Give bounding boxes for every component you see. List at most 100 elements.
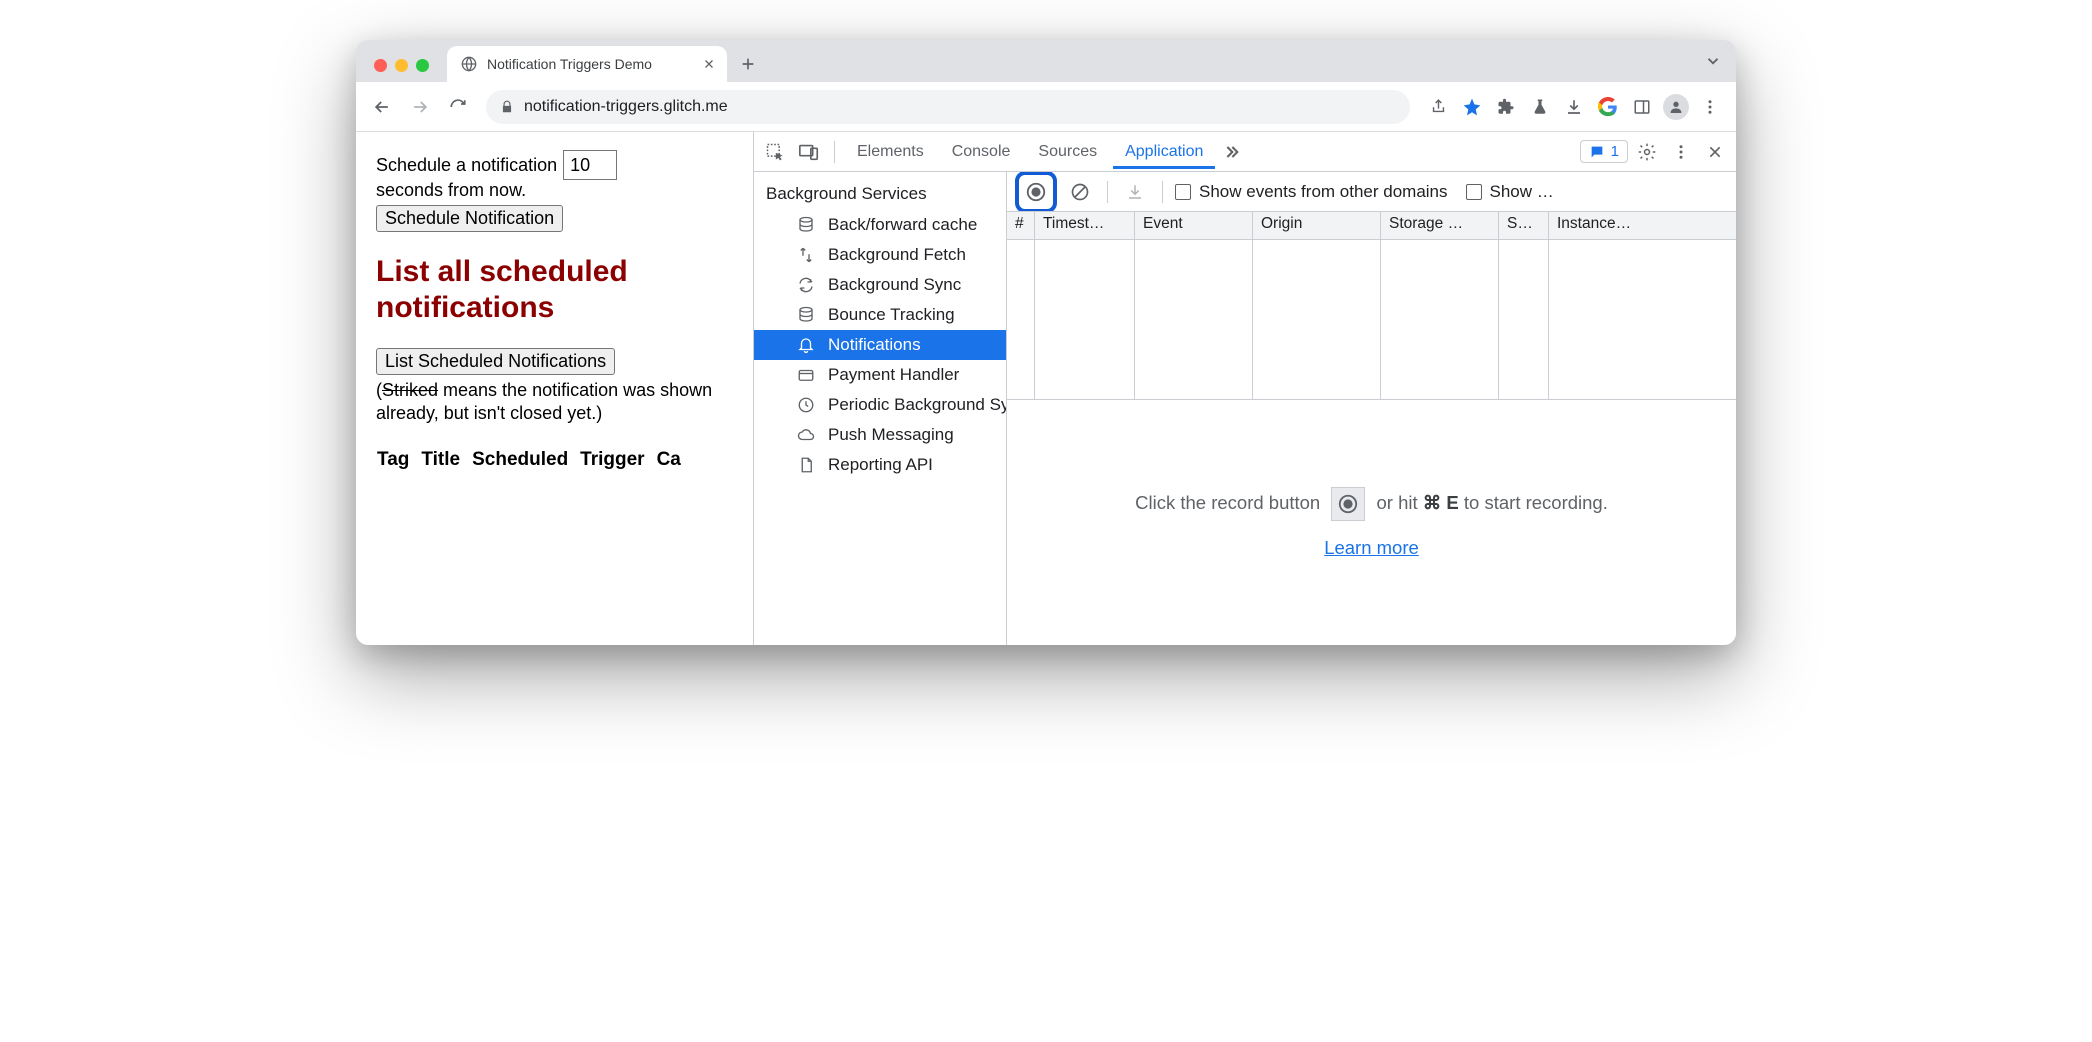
recording-hint: Click the record button or hit ⌘ E to st… xyxy=(1007,400,1736,645)
tab-application[interactable]: Application xyxy=(1113,135,1215,169)
sidebar-item-bg-fetch[interactable]: Background Fetch xyxy=(754,240,1006,270)
devtools-close-icon[interactable] xyxy=(1700,137,1730,167)
th-cancel: Ca xyxy=(656,448,682,472)
shortcut-cmd: ⌘ xyxy=(1423,491,1442,512)
downloads-icon[interactable] xyxy=(1558,91,1590,123)
back-button[interactable] xyxy=(366,91,398,123)
new-tab-button[interactable] xyxy=(733,49,763,79)
minimize-window-button[interactable] xyxy=(395,59,408,72)
sidebar-item-notifications[interactable]: Notifications xyxy=(754,330,1006,360)
record-button-highlight xyxy=(1015,172,1057,212)
col-s[interactable]: S… xyxy=(1499,212,1549,239)
sidebar-item-bfcache[interactable]: Back/forward cache xyxy=(754,210,1006,240)
window-controls xyxy=(368,59,437,82)
schedule-label-pre: Schedule a notification xyxy=(376,155,557,176)
file-icon xyxy=(796,456,816,474)
issues-count: 1 xyxy=(1611,143,1619,160)
reload-button[interactable] xyxy=(442,91,474,123)
tab-sources[interactable]: Sources xyxy=(1026,135,1109,169)
devtools-menu-icon[interactable] xyxy=(1666,137,1696,167)
th-trigger: Trigger xyxy=(579,448,645,472)
th-tag: Tag xyxy=(376,448,410,472)
labs-flask-icon[interactable] xyxy=(1524,91,1556,123)
shortcut-e: E xyxy=(1446,491,1458,512)
tab-strip: Notification Triggers Demo xyxy=(356,40,1736,82)
database-icon xyxy=(796,306,816,324)
sidebar-item-bounce[interactable]: Bounce Tracking xyxy=(754,300,1006,330)
sidebar-item-periodic[interactable]: Periodic Background Sync xyxy=(754,390,1006,420)
col-event[interactable]: Event xyxy=(1135,212,1253,239)
tab-title: Notification Triggers Demo xyxy=(487,56,652,72)
bell-icon xyxy=(796,336,816,354)
close-window-button[interactable] xyxy=(374,59,387,72)
maximize-window-button[interactable] xyxy=(416,59,429,72)
show-more-checkbox[interactable]: Show … xyxy=(1466,182,1554,202)
learn-more-link[interactable]: Learn more xyxy=(1324,537,1419,559)
sidebar-item-bg-sync[interactable]: Background Sync xyxy=(754,270,1006,300)
sync-icon xyxy=(796,276,816,294)
close-tab-icon[interactable] xyxy=(701,56,717,72)
cloud-icon xyxy=(796,426,816,444)
sidebar-item-push[interactable]: Push Messaging xyxy=(754,420,1006,450)
tabs-dropdown-icon[interactable] xyxy=(1704,52,1722,70)
save-button[interactable] xyxy=(1120,177,1150,207)
google-icon[interactable] xyxy=(1592,91,1624,123)
inspect-icon[interactable] xyxy=(760,137,790,167)
devtools-panel: Elements Console Sources Application 1 xyxy=(754,132,1736,645)
col-origin[interactable]: Origin xyxy=(1253,212,1381,239)
tab-console[interactable]: Console xyxy=(940,135,1023,169)
schedule-notification-button[interactable]: Schedule Notification xyxy=(376,205,563,232)
record-hint-icon xyxy=(1331,487,1365,521)
tab-elements[interactable]: Elements xyxy=(845,135,936,169)
events-table-header: # Timest… Event Origin Storage … S… Inst… xyxy=(1007,212,1736,240)
lock-icon xyxy=(500,100,514,114)
side-panel-icon[interactable] xyxy=(1626,91,1658,123)
show-other-domains-checkbox[interactable]: Show events from other domains xyxy=(1175,182,1448,202)
striked-text: Striked xyxy=(382,380,438,400)
seconds-input[interactable] xyxy=(563,150,617,180)
address-bar[interactable]: notification-triggers.glitch.me xyxy=(486,90,1410,124)
more-tabs-icon[interactable] xyxy=(1219,137,1249,167)
events-table-body xyxy=(1007,240,1736,400)
clear-button[interactable] xyxy=(1065,177,1095,207)
devtools-actionbar: Show events from other domains Show … xyxy=(1007,172,1736,212)
sidebar-item-reporting[interactable]: Reporting API xyxy=(754,450,1006,480)
th-scheduled: Scheduled xyxy=(471,448,569,472)
browser-window: Notification Triggers Demo notification-… xyxy=(356,40,1736,645)
browser-toolbar: notification-triggers.glitch.me xyxy=(356,82,1736,132)
issues-button[interactable]: 1 xyxy=(1580,140,1628,163)
record-button[interactable] xyxy=(1021,177,1051,207)
list-notifications-button[interactable]: List Scheduled Notifications xyxy=(376,348,615,375)
th-title: Title xyxy=(420,448,461,472)
browser-tab[interactable]: Notification Triggers Demo xyxy=(447,46,727,82)
browser-menu-icon[interactable] xyxy=(1694,91,1726,123)
note-text: (Striked means the notification was show… xyxy=(376,379,733,426)
col-instance[interactable]: Instance… xyxy=(1549,212,1736,239)
devtools-sidebar: Background Services Back/forward cache B… xyxy=(754,172,1007,645)
settings-gear-icon[interactable] xyxy=(1632,137,1662,167)
globe-icon xyxy=(461,56,477,72)
devtools-main: Show events from other domains Show … # … xyxy=(1007,172,1736,645)
col-storage[interactable]: Storage … xyxy=(1381,212,1499,239)
card-icon xyxy=(796,366,816,384)
toolbar-actions xyxy=(1422,91,1726,123)
extensions-icon[interactable] xyxy=(1490,91,1522,123)
forward-button[interactable] xyxy=(404,91,436,123)
page-table-header: Tag Title Scheduled Trigger Ca xyxy=(376,448,733,472)
clock-icon xyxy=(796,396,816,414)
database-icon xyxy=(796,216,816,234)
share-icon[interactable] xyxy=(1422,91,1454,123)
content-area: Schedule a notification seconds from now… xyxy=(356,132,1736,645)
bookmark-star-icon[interactable] xyxy=(1456,91,1488,123)
col-timestamp[interactable]: Timest… xyxy=(1035,212,1135,239)
sidebar-item-payment[interactable]: Payment Handler xyxy=(754,360,1006,390)
profile-avatar[interactable] xyxy=(1660,91,1692,123)
device-toggle-icon[interactable] xyxy=(794,137,824,167)
sidebar-heading: Background Services xyxy=(754,178,1006,210)
fetch-icon xyxy=(796,246,816,264)
devtools-tabs: Elements Console Sources Application 1 xyxy=(754,132,1736,172)
page-heading: List all scheduled notifications xyxy=(376,254,733,326)
col-index[interactable]: # xyxy=(1007,212,1035,239)
url-text: notification-triggers.glitch.me xyxy=(524,98,728,116)
webpage: Schedule a notification seconds from now… xyxy=(356,132,754,645)
